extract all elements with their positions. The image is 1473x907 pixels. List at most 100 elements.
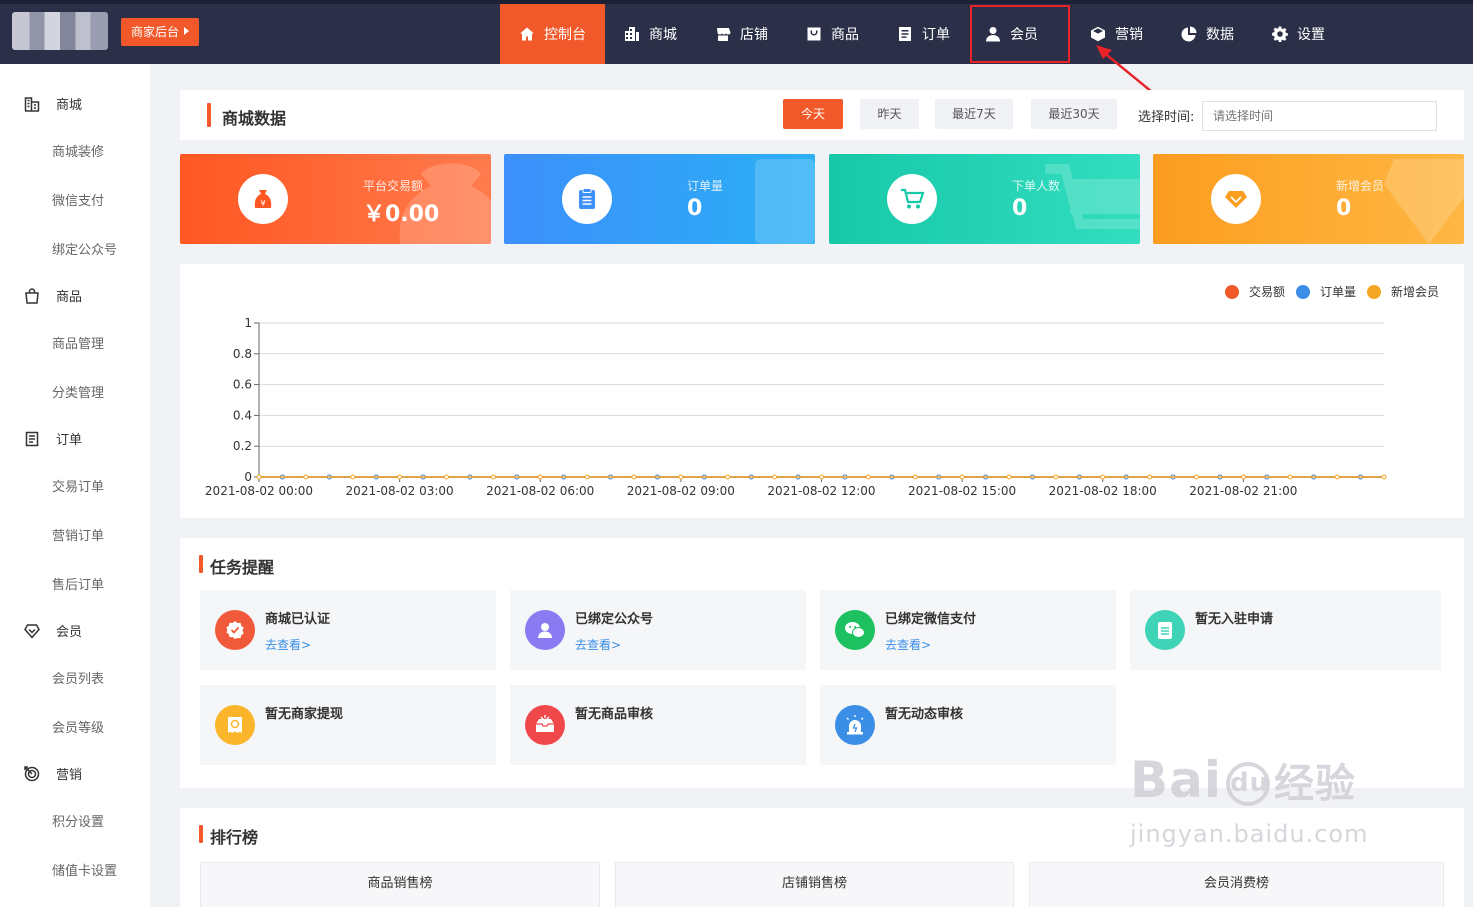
nav-data[interactable]: 数据 bbox=[1162, 4, 1253, 64]
task-name: 已绑定公众号 bbox=[575, 612, 654, 627]
diamond-icon bbox=[24, 623, 40, 639]
wallet-icon bbox=[215, 705, 255, 745]
title-accent bbox=[199, 825, 203, 843]
sidebar-group-mall[interactable]: 商城 bbox=[24, 94, 82, 113]
stat-card-revenue[interactable]: ¥ 平台交易额 ￥0.00 bbox=[180, 154, 491, 244]
nav-dashboard[interactable]: 控制台 bbox=[500, 4, 605, 64]
ranking-title: 排行榜 bbox=[210, 828, 259, 847]
stat-icon-circle bbox=[887, 174, 937, 224]
legend-dot bbox=[1225, 284, 1239, 299]
sidebar-item-wechat-pay[interactable]: 微信支付 bbox=[52, 190, 104, 209]
legend-item-orders[interactable]: 订单量 bbox=[1296, 283, 1356, 300]
range-yesterday-button[interactable]: 昨天 bbox=[860, 99, 919, 129]
clipboard-icon bbox=[899, 27, 911, 41]
sidebar-item-bind-official[interactable]: 绑定公众号 bbox=[52, 239, 117, 258]
legend-dot bbox=[1296, 284, 1310, 299]
building-icon bbox=[24, 96, 40, 112]
range-30days-button[interactable]: 最近30天 bbox=[1031, 99, 1117, 129]
task-view-link[interactable]: 去查看> bbox=[575, 636, 621, 653]
task-view-link[interactable]: 去查看> bbox=[265, 636, 311, 653]
logo[interactable] bbox=[12, 12, 108, 50]
rank-tab-store-sales[interactable]: 店铺销售榜 bbox=[615, 862, 1014, 907]
sidebar-item-aftersale-orders[interactable]: 售后订单 bbox=[52, 574, 104, 593]
stat-icon-circle bbox=[1211, 174, 1261, 224]
bag-icon bbox=[25, 287, 39, 304]
sidebar-group-marketing[interactable]: 营销 bbox=[24, 764, 82, 783]
diamond-icon bbox=[1225, 191, 1247, 208]
task-title: 任务提醒 bbox=[210, 558, 275, 577]
sidebar-item-points[interactable]: 积分设置 bbox=[52, 811, 104, 830]
baidu-watermark: Bai du 经验 jingyan.baidu.com bbox=[1130, 751, 1369, 848]
task-card-wechat-pay-bound[interactable]: 已绑定微信支付 去查看> bbox=[820, 590, 1116, 670]
sidebar-item-member-list[interactable]: 会员列表 bbox=[52, 668, 104, 687]
stat-card-new-members[interactable]: 新增会员 0 bbox=[1153, 154, 1464, 244]
mall-data-title: 商城数据 bbox=[222, 109, 287, 128]
clipboard-icon bbox=[1145, 610, 1185, 650]
sidebar-item-mall-decor[interactable]: 商城装修 bbox=[52, 141, 104, 160]
annotation-arrow bbox=[1096, 45, 1153, 93]
task-card-no-post-review[interactable]: 暂无动态审核 bbox=[820, 685, 1116, 765]
sidebar-item-trade-orders[interactable]: 交易订单 bbox=[52, 476, 104, 495]
stat-label: 新增会员 bbox=[1336, 179, 1385, 193]
task-name: 暂无商品审核 bbox=[575, 707, 654, 722]
rank-tab-member-spend[interactable]: 会员消费榜 bbox=[1029, 862, 1444, 907]
time-picker-input[interactable] bbox=[1202, 101, 1437, 131]
cart-icon bbox=[901, 188, 925, 209]
task-card-no-goods-review[interactable]: 暂无商品审核 bbox=[510, 685, 806, 765]
sidebar-item-member-level[interactable]: 会员等级 bbox=[52, 717, 104, 736]
stat-card-orders[interactable]: 订单量 0 bbox=[504, 154, 815, 244]
sidebar-item-stored-card[interactable]: 储值卡设置 bbox=[52, 860, 117, 879]
wechat-icon bbox=[835, 610, 875, 650]
task-card-official-bound[interactable]: 已绑定公众号 去查看> bbox=[510, 590, 806, 670]
rank-tab-goods-sales[interactable]: 商品销售榜 bbox=[200, 862, 600, 907]
task-name: 暂无商家提现 bbox=[265, 707, 344, 722]
task-card-mall-verified[interactable]: 商城已认证 去查看> bbox=[200, 590, 496, 670]
clipboard-icon bbox=[25, 431, 39, 446]
nav-goods[interactable]: 商品 bbox=[787, 4, 878, 64]
sidebar-group-goods[interactable]: 商品 bbox=[24, 286, 82, 305]
sidebar-group-orders[interactable]: 订单 bbox=[24, 429, 82, 448]
bag-icon bbox=[807, 27, 821, 41]
nav-members[interactable]: 会员 bbox=[969, 4, 1071, 64]
stat-value: 0 bbox=[1336, 196, 1352, 221]
alarm-icon bbox=[835, 705, 875, 745]
legend-item-new-members[interactable]: 新增会员 bbox=[1367, 283, 1439, 300]
merchant-backend-button[interactable]: 商家后台 bbox=[121, 18, 200, 46]
range-today-button[interactable]: 今天 bbox=[783, 99, 843, 129]
legend-dot bbox=[1367, 284, 1381, 299]
stat-label: 平台交易额 bbox=[363, 179, 424, 193]
paw-icon: du bbox=[1226, 762, 1270, 806]
cart-watermark-icon bbox=[1045, 164, 1140, 229]
legend-item-revenue[interactable]: 交易额 bbox=[1225, 283, 1285, 300]
stat-label: 下单人数 bbox=[1012, 179, 1061, 193]
nav-settings[interactable]: 设置 bbox=[1253, 4, 1344, 64]
title-accent bbox=[207, 103, 211, 127]
sidebar-item-goods-manage[interactable]: 商品管理 bbox=[52, 333, 104, 352]
task-view-link[interactable]: 去查看> bbox=[885, 636, 931, 653]
nav-orders[interactable]: 订单 bbox=[878, 4, 969, 64]
svg-text:¥: ¥ bbox=[260, 199, 265, 208]
task-card-no-settle-apply[interactable]: 暂无入驻申请 bbox=[1130, 590, 1441, 670]
store-icon bbox=[717, 28, 731, 41]
user-icon bbox=[986, 27, 1000, 42]
pie-icon bbox=[1181, 26, 1197, 42]
inbox-icon bbox=[525, 705, 565, 745]
nav-store[interactable]: 店铺 bbox=[696, 4, 787, 64]
task-name: 已绑定微信支付 bbox=[885, 612, 977, 627]
user-icon bbox=[525, 610, 565, 650]
top-nav: 控制台 商城 店铺 商品 订单 会员 营销 数据 设置 bbox=[500, 4, 1344, 64]
title-accent bbox=[199, 555, 203, 573]
sidebar-group-members[interactable]: 会员 bbox=[24, 621, 82, 640]
range-7days-button[interactable]: 最近7天 bbox=[935, 99, 1013, 129]
sidebar-item-category[interactable]: 分类管理 bbox=[52, 382, 104, 401]
nav-mall[interactable]: 商城 bbox=[605, 4, 696, 64]
caret-right-icon bbox=[184, 27, 190, 35]
task-card-no-withdraw[interactable]: 暂无商家提现 bbox=[200, 685, 496, 765]
gear-icon bbox=[1272, 26, 1288, 42]
target-icon bbox=[24, 765, 40, 781]
sidebar-item-marketing-orders[interactable]: 营销订单 bbox=[52, 525, 104, 544]
home-icon bbox=[520, 27, 534, 41]
stat-card-buyers[interactable]: 下单人数 0 bbox=[829, 154, 1140, 244]
stat-value: 0 bbox=[687, 196, 703, 221]
money-bag-icon: ¥ bbox=[254, 190, 272, 208]
